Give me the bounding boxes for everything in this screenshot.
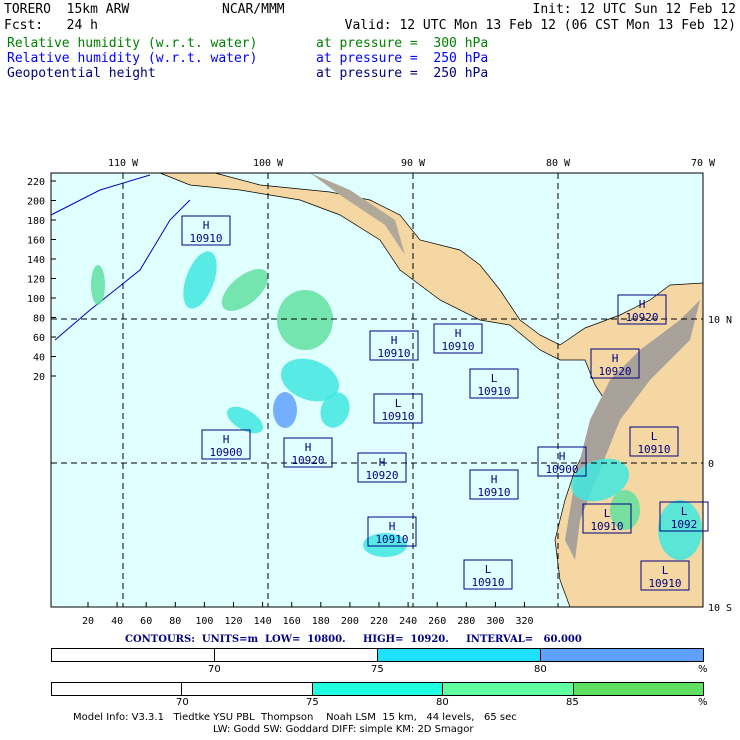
bottom-axis-label: 100: [195, 616, 213, 627]
colorbar-label: 75: [306, 697, 319, 708]
pressure-center-value: 10910: [381, 410, 414, 423]
top-axis-label: 90 W: [401, 158, 426, 169]
bottom-axis-label: 20: [82, 616, 94, 627]
top-axis-label: 70 W: [691, 158, 716, 169]
pressure-center-value: 10900: [545, 463, 578, 476]
colorbar-segment: [52, 683, 183, 695]
colorbar-label: 75: [371, 664, 384, 675]
pressure-center-value: 10910: [471, 576, 504, 589]
colorbar-label: 85: [566, 697, 579, 708]
bottom-axis-label: 240: [399, 616, 417, 627]
left-axis-label: 180: [27, 216, 45, 227]
humidity-region: [277, 290, 333, 350]
pressure-center-type: L: [662, 564, 669, 577]
pressure-center-type: L: [485, 563, 492, 576]
left-axis-label: 140: [27, 255, 45, 266]
pressure-center-value: 10920: [598, 365, 631, 378]
left-axis-label: 100: [27, 294, 45, 305]
bottom-axis-label: 40: [111, 616, 123, 627]
pressure-center-value: 10910: [637, 443, 670, 456]
colorbar-segment: [378, 649, 541, 661]
pressure-center-type: H: [639, 298, 646, 311]
pressure-center-type: H: [612, 352, 619, 365]
rh250-colorbar: [51, 648, 704, 662]
pressure-center-type: H: [491, 473, 498, 486]
bottom-axis-label: 180: [312, 616, 330, 627]
pressure-center-type: H: [203, 219, 210, 232]
colorbar-segment: [573, 683, 704, 695]
left-axis-label: 120: [27, 275, 45, 286]
bottom-axis-label: 60: [140, 616, 152, 627]
left-axis-label: 160: [27, 236, 45, 247]
pressure-center-type: H: [559, 450, 566, 463]
colorbar-segment: [312, 683, 444, 695]
colorbar-segment: [541, 649, 703, 661]
bottom-axis-label: 140: [254, 616, 272, 627]
top-axis-label: 110 W: [108, 158, 139, 169]
colorbar-label: 80: [436, 697, 449, 708]
contour-info: CONTOURS: UNITS=m LOW= 10800. HIGH= 1092…: [125, 634, 582, 645]
pressure-center-value: 10910: [590, 520, 623, 533]
bottom-axis-label: 320: [515, 616, 533, 627]
right-axis-label: 10 S: [708, 603, 732, 614]
right-axis-label: 10 N: [708, 315, 732, 326]
rh300-colorbar: [51, 682, 704, 696]
pressure-center-value: 10910: [648, 577, 681, 590]
pressure-center-type: H: [455, 327, 462, 340]
bottom-axis-label: 280: [457, 616, 475, 627]
pressure-center-value: 10900: [209, 446, 242, 459]
left-axis-label: 80: [33, 314, 45, 325]
humidity-region: [273, 392, 297, 428]
colorbar-segment: [443, 683, 574, 695]
pressure-center-type: H: [223, 433, 230, 446]
colorbar-segment: [52, 649, 215, 661]
pressure-center-type: L: [395, 397, 402, 410]
colorbar-label: 80: [534, 664, 547, 675]
pressure-center-value: 10910: [477, 486, 510, 499]
colorbar-label: 70: [176, 697, 189, 708]
left-axis-label: 20: [33, 372, 45, 383]
bottom-axis-label: 120: [224, 616, 242, 627]
pressure-center-value: 10910: [477, 385, 510, 398]
pressure-center-value: 10920: [625, 311, 658, 324]
left-axis-label: 60: [33, 333, 45, 344]
colorbar-label: 70: [208, 664, 221, 675]
pressure-center-type: H: [305, 441, 312, 454]
right-axis-label: 0: [708, 459, 714, 470]
pressure-center-value: 10910: [377, 347, 410, 360]
pressure-center-type: H: [391, 334, 398, 347]
pressure-center-type: L: [681, 505, 688, 518]
left-axis-label: 220: [27, 177, 45, 188]
model-info: Model Info: V3.3.1 Tiedtke YSU PBL Thomp…: [73, 712, 517, 723]
pressure-center-type: H: [389, 520, 396, 533]
colorbar-segment: [182, 683, 313, 695]
bottom-axis-label: 300: [486, 616, 504, 627]
bottom-axis-label: 200: [341, 616, 359, 627]
weather-map: 110 W 100 W 90 W 80 W 70 W 10 N 0 10 S 220 200 180…: [27, 158, 732, 627]
bottom-axis-label: 220: [370, 616, 388, 627]
bottom-axis-label: 80: [169, 616, 181, 627]
top-axis-label: 100 W: [253, 158, 284, 169]
pressure-center-value: 10910: [441, 340, 474, 353]
left-axis-label: 200: [27, 197, 45, 208]
pressure-center-type: H: [379, 456, 386, 469]
pressure-center-type: L: [604, 507, 611, 520]
colorbar-label: %: [698, 697, 708, 708]
pressure-center-value: 10920: [291, 454, 324, 467]
physics-info: LW: Godd SW: Goddard DIFF: simple KM: 2D…: [213, 724, 474, 735]
pressure-center-type: L: [651, 430, 658, 443]
bottom-axis-label: 260: [428, 616, 446, 627]
bottom-axis-label: 160: [283, 616, 301, 627]
pressure-center-value: 10910: [375, 533, 408, 546]
pressure-center-value: 10920: [365, 469, 398, 482]
humidity-region: [91, 265, 105, 305]
left-axis-label: 40: [33, 353, 45, 364]
colorbar-segment: [215, 649, 378, 661]
top-axis-label: 80 W: [546, 158, 571, 169]
pressure-center-type: L: [491, 372, 498, 385]
pressure-center-value: 10910: [189, 232, 222, 245]
pressure-center-value: 1092: [671, 518, 698, 531]
colorbar-label: %: [698, 664, 708, 675]
